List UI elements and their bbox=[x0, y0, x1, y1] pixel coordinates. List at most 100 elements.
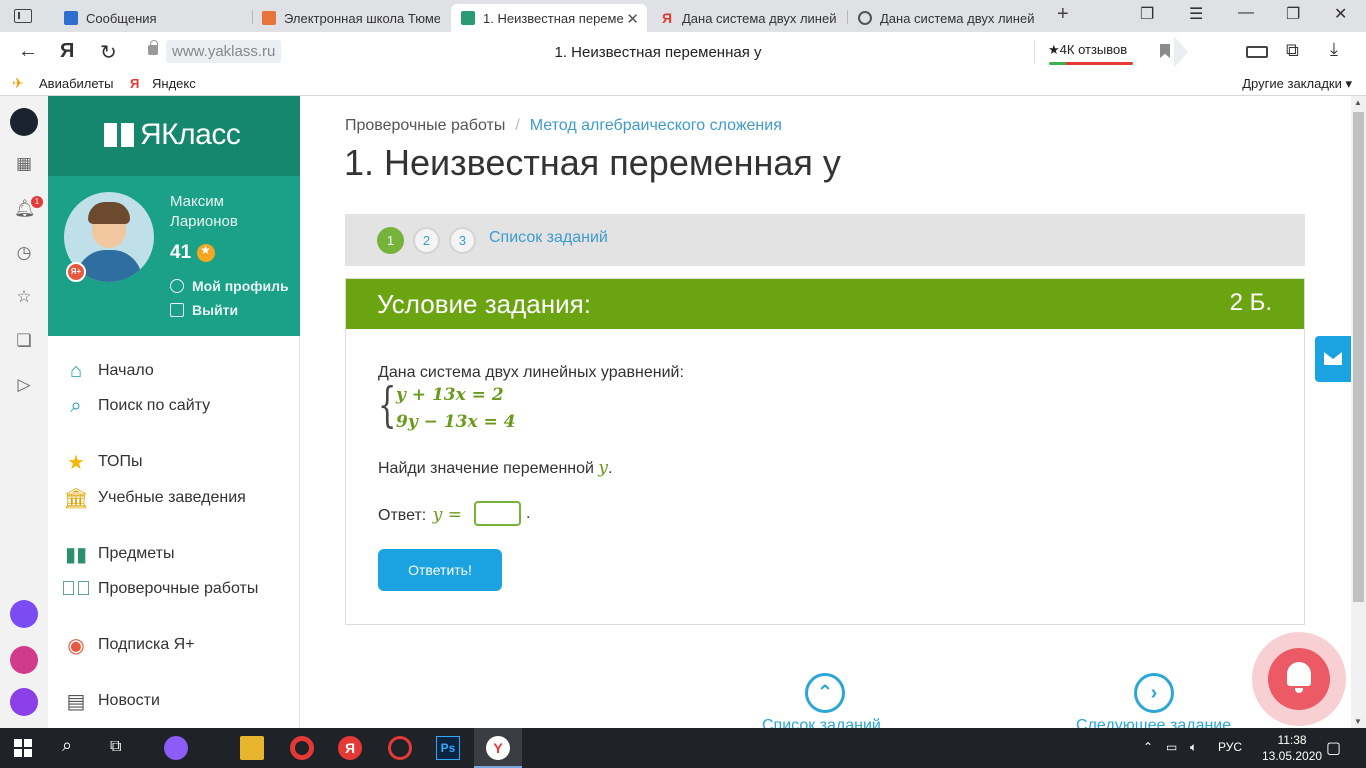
opera-icon[interactable] bbox=[290, 736, 314, 760]
alice-avatar-icon[interactable] bbox=[10, 108, 38, 136]
clock[interactable]: 11:38 13.05.2020 bbox=[1262, 732, 1322, 764]
reload-icon[interactable]: ↻ bbox=[100, 40, 117, 65]
downloads-icon[interactable]: ⤓ bbox=[1330, 39, 1338, 60]
reviews-rating-bar bbox=[1049, 62, 1133, 65]
eschool-favicon-icon bbox=[262, 11, 276, 25]
tab-e-school[interactable]: Электронная школа Тюме bbox=[252, 4, 450, 32]
task-list-chevron-up-icon[interactable]: ⌃ bbox=[805, 673, 845, 713]
action-center-icon[interactable]: ▢ bbox=[1326, 738, 1341, 758]
alice-voice-icon[interactable] bbox=[10, 688, 38, 716]
windows-taskbar: ⌕ ⧉ Я Ps Y ⌃ ▭ 🔈︎ РУС 11:38 13.05.2020 ▢ bbox=[0, 728, 1366, 768]
bottom-task-list-link[interactable]: Список заданий bbox=[762, 717, 881, 728]
bookmark-avia[interactable]: Авиабилеты bbox=[39, 76, 113, 91]
windows-start-icon[interactable] bbox=[14, 739, 32, 757]
page-scrollbar[interactable]: ▲ ▼ bbox=[1351, 96, 1366, 728]
task-steps-bar: 1 2 3 Список заданий bbox=[345, 214, 1305, 266]
subscription-icon: ◉ bbox=[67, 634, 85, 657]
clock-time: 11:38 bbox=[1277, 733, 1307, 747]
equation-2: 9y − 13x = 4 bbox=[396, 412, 516, 432]
collections-panel-icon[interactable]: ❏ bbox=[14, 331, 34, 351]
user-panel: Я+ Максим Ларионов 41 Мой профиль Выйти bbox=[48, 176, 300, 336]
sidebar-item-institutions[interactable]: 🏛︎ Учебные заведения bbox=[63, 485, 246, 511]
alice-taskbar-icon[interactable] bbox=[164, 736, 188, 760]
step-2[interactable]: 2 bbox=[413, 227, 440, 254]
video-play-icon[interactable]: ▷ bbox=[14, 375, 34, 395]
sidebar-item-subscription[interactable]: ◉ Подписка Я+ bbox=[64, 632, 194, 658]
close-tab-icon[interactable]: ✕ bbox=[626, 10, 639, 28]
history-clock-icon[interactable]: ◷ bbox=[14, 243, 34, 263]
yaklass-logo[interactable]: ЯКласс bbox=[104, 118, 241, 152]
messages-favicon-icon bbox=[64, 11, 78, 25]
back-icon[interactable]: ← bbox=[18, 40, 38, 63]
task-question: Найди значение переменной y. bbox=[378, 458, 613, 478]
notifications-bell-button[interactable] bbox=[1252, 632, 1346, 726]
my-profile-link[interactable]: Мой профиль bbox=[170, 278, 289, 294]
yandex-home-icon[interactable]: Я bbox=[60, 40, 74, 63]
sidebar-item-news[interactable]: ▤ Новости bbox=[64, 688, 160, 714]
file-explorer-icon[interactable] bbox=[240, 736, 264, 760]
subjects-icon: ▮▮ bbox=[64, 543, 87, 566]
task-points: 2 Б. bbox=[1229, 289, 1272, 316]
sidebar-item-tests[interactable]: ✓⃝ Проверочные работы bbox=[61, 576, 258, 602]
restore-icon[interactable]: ❐ bbox=[1286, 4, 1300, 24]
yandex-browser-active-icon[interactable]: Y bbox=[486, 736, 510, 760]
collections-icon[interactable]: ❐ bbox=[1140, 4, 1154, 24]
sidebar-item-tops[interactable]: ★ ТОПы bbox=[64, 449, 142, 475]
tabs-panel-icon[interactable] bbox=[14, 9, 32, 23]
answer-input[interactable] bbox=[474, 501, 521, 526]
system-brace: { bbox=[378, 377, 397, 433]
scrollbar-thumb[interactable] bbox=[1353, 112, 1364, 602]
plane-icon: ✈ bbox=[12, 75, 24, 91]
new-tab-icon[interactable]: + bbox=[1057, 3, 1069, 26]
sidebar-item-home[interactable]: ⌂ Начало bbox=[64, 358, 154, 384]
yandex-browser-icon[interactable]: Я bbox=[338, 736, 362, 760]
bookmark-yandex[interactable]: Яндекс bbox=[152, 76, 196, 91]
reviews-badge[interactable]: ★4К отзывов bbox=[1048, 42, 1127, 58]
battery-saver-icon[interactable] bbox=[1246, 46, 1268, 58]
opera-gx-icon[interactable] bbox=[388, 736, 412, 760]
feedback-mail-button[interactable] bbox=[1315, 336, 1351, 382]
sidebar-item-search[interactable]: ⌕ Поиск по сайту bbox=[64, 393, 210, 419]
services-grid-icon[interactable]: ▦ bbox=[14, 154, 34, 174]
close-window-icon[interactable]: ✕ bbox=[1334, 4, 1347, 24]
browser-menu-icon[interactable]: ☰ bbox=[1189, 4, 1203, 24]
other-bookmarks[interactable]: Другие закладки ▾ bbox=[1242, 76, 1352, 92]
tab-messages[interactable]: Сообщения bbox=[54, 4, 252, 32]
institution-icon: 🏛︎ bbox=[63, 487, 89, 510]
favorites-star-icon[interactable]: ☆ bbox=[14, 287, 34, 307]
step-1[interactable]: 1 bbox=[377, 227, 404, 254]
address-domain: www.yaklass.ru bbox=[166, 40, 282, 63]
messenger-app-icon[interactable] bbox=[10, 646, 38, 674]
tray-chevron-up-icon[interactable]: ⌃ bbox=[1143, 740, 1153, 754]
breadcrumb-method[interactable]: Метод алгебраического сложения bbox=[530, 117, 782, 134]
breadcrumb-tests[interactable]: Проверочные работы bbox=[345, 117, 505, 134]
search-taskbar-icon[interactable]: ⌕ bbox=[62, 735, 86, 759]
sidebar-item-subjects[interactable]: ▮▮ Предметы bbox=[64, 541, 175, 567]
loading-favicon-icon bbox=[858, 11, 872, 25]
yandex-panel-icon[interactable]: ⧉ bbox=[1286, 40, 1299, 61]
tab-search-2[interactable]: Дана система двух линейн bbox=[848, 4, 1044, 32]
check-icon: ✓⃝ bbox=[61, 577, 91, 600]
task-list-link[interactable]: Список заданий bbox=[489, 229, 608, 247]
address-bar[interactable]: www.yaklass.ru 1. Неизвестная переменная… bbox=[138, 36, 1188, 68]
search-icon: ⌕ bbox=[70, 394, 82, 417]
step-3[interactable]: 3 bbox=[449, 227, 476, 254]
answer-period: . bbox=[526, 505, 531, 522]
next-task-chevron-right-icon[interactable]: › bbox=[1134, 673, 1174, 713]
language-indicator[interactable]: РУС bbox=[1218, 740, 1242, 754]
next-task-link[interactable]: Следующее задание bbox=[1076, 717, 1231, 728]
tab-current[interactable]: 1. Неизвестная переме ✕ bbox=[451, 4, 647, 32]
submit-button[interactable]: Ответить! bbox=[378, 549, 502, 591]
task-heading: Условие задания: bbox=[377, 289, 591, 319]
logout-link[interactable]: Выйти bbox=[170, 302, 238, 318]
minimize-icon[interactable]: — bbox=[1238, 4, 1254, 22]
bookmark-icon[interactable] bbox=[1160, 44, 1170, 58]
volume-icon[interactable]: 🔈︎ bbox=[1190, 740, 1197, 755]
photoshop-icon[interactable]: Ps bbox=[436, 736, 460, 760]
alice-app-icon[interactable] bbox=[10, 600, 38, 628]
task-intro: Дана система двух линейных уравнений: bbox=[378, 364, 684, 381]
battery-tray-icon[interactable]: ▭ bbox=[1166, 740, 1177, 754]
tab-search-1[interactable]: Я Дана система двух линейн bbox=[650, 4, 846, 32]
task-card-header: Условие задания: 2 Б. bbox=[346, 279, 1304, 329]
task-view-icon[interactable]: ⧉ bbox=[110, 738, 134, 762]
